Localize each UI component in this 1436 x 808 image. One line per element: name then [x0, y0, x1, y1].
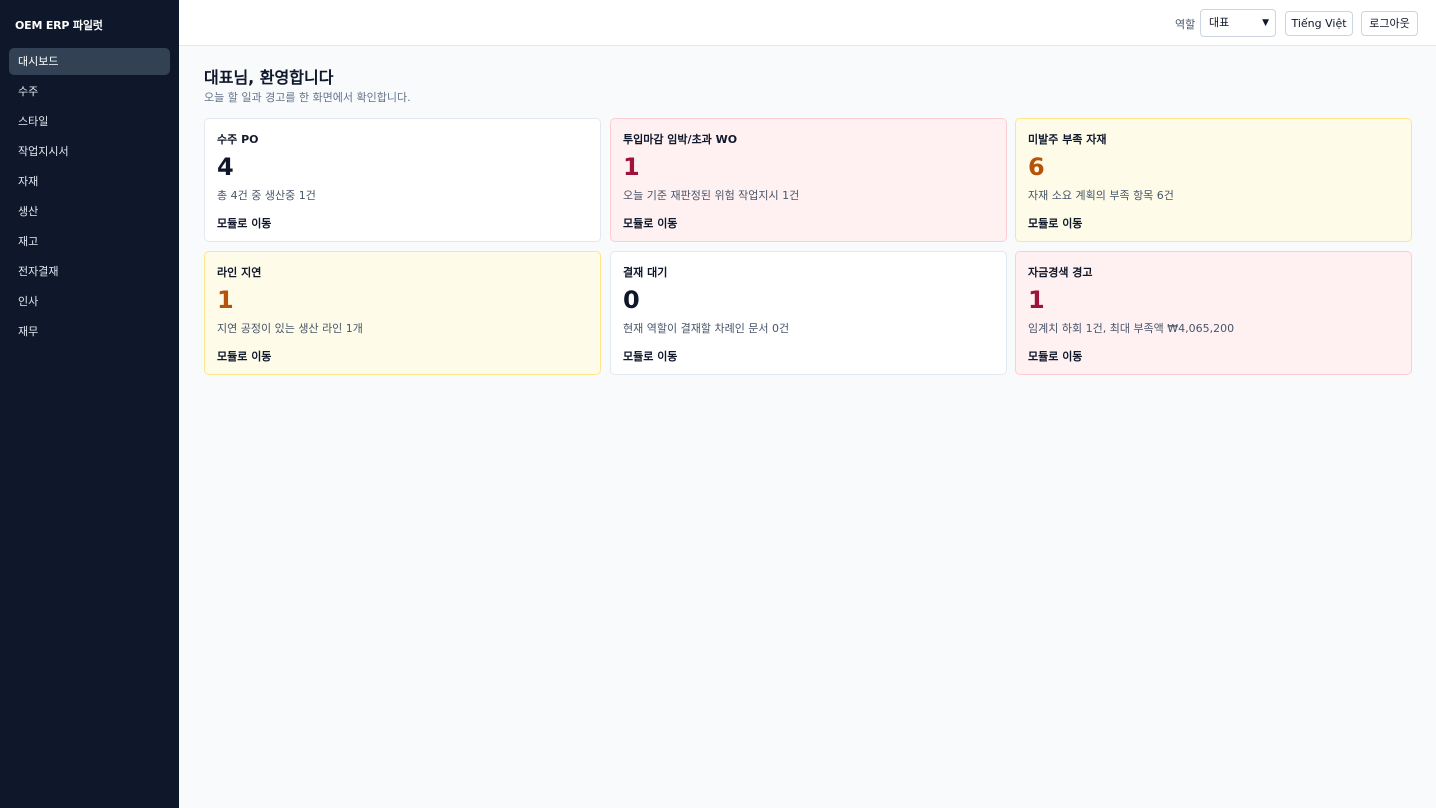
card-title: 결재 대기 [623, 266, 668, 279]
sidebar: OEM ERP 파일럿 대시보드 수주 스타일 작업지시서 자재 생산 재고 전… [0, 0, 179, 808]
sidebar-item-inventory[interactable]: 재고 [9, 228, 170, 255]
card-description: 지연 공정이 있는 생산 라인 1개 [217, 322, 363, 335]
card-title: 자금경색 경고 [1028, 266, 1093, 279]
card-cash-crunch: 자금경색 경고 1 임계치 하회 1건, 최대 부족액 ₩4,065,200 모… [1015, 251, 1412, 375]
card-material-shortage: 미발주 부족 자재 6 자재 소요 계획의 부족 항목 6건 모듈로 이동 [1015, 118, 1412, 242]
card-description: 총 4건 중 생산중 1건 [217, 189, 316, 202]
topbar: 역할 대표 ▼ Tiếng Việt 로그아웃 [179, 0, 1436, 46]
card-link[interactable]: 모듈로 이동 [623, 348, 994, 364]
card-wo-deadline: 투입마감 임박/초과 WO 1 오늘 기준 재판정된 위험 작업지시 1건 모듈… [610, 118, 1007, 242]
sidebar-item-orders[interactable]: 수주 [9, 78, 170, 105]
card-approval-pending: 결재 대기 0 현재 역할이 결재할 차례인 문서 0건 모듈로 이동 [610, 251, 1007, 375]
card-description: 현재 역할이 결재할 차례인 문서 0건 [623, 322, 790, 335]
card-value: 1 [623, 153, 640, 181]
card-value: 0 [623, 286, 640, 314]
main-content: 대표님, 환영합니다 오늘 할 일과 경고를 한 화면에서 확인합니다. 수주 … [204, 64, 1412, 375]
card-orders: 수주 PO 4 총 4건 중 생산중 1건 모듈로 이동 [204, 118, 601, 242]
sidebar-item-approval[interactable]: 전자결재 [9, 258, 170, 285]
card-description: 임계치 하회 1건, 최대 부족액 ₩4,065,200 [1028, 322, 1235, 335]
card-title: 투입마감 임박/초과 WO [623, 133, 738, 146]
sidebar-item-production[interactable]: 생산 [9, 198, 170, 225]
card-link[interactable]: 모듈로 이동 [623, 215, 994, 231]
card-value: 6 [1028, 153, 1045, 181]
app-title: OEM ERP 파일럿 [15, 19, 103, 32]
card-value: 1 [1028, 286, 1045, 314]
card-title: 수주 PO [217, 133, 259, 146]
page-title: 대표님, 환영합니다 [204, 68, 334, 87]
card-value: 4 [217, 153, 234, 181]
card-line-delay: 라인 지연 1 지연 공정이 있는 생산 라인 1개 모듈로 이동 [204, 251, 601, 375]
card-link[interactable]: 모듈로 이동 [1028, 348, 1399, 364]
sidebar-item-materials[interactable]: 자재 [9, 168, 170, 195]
sidebar-item-work-orders[interactable]: 작업지시서 [9, 138, 170, 165]
sidebar-item-dashboard[interactable]: 대시보드 [9, 48, 170, 75]
card-value: 1 [217, 286, 234, 314]
card-link[interactable]: 모듈로 이동 [217, 215, 588, 231]
language-button[interactable]: Tiếng Việt [1285, 11, 1353, 36]
page-subtitle: 오늘 할 일과 경고를 한 화면에서 확인합니다. [204, 91, 411, 104]
chevron-down-icon: ▼ [1262, 18, 1269, 28]
role-label: 역할 [1175, 18, 1196, 31]
logout-button[interactable]: 로그아웃 [1361, 11, 1418, 36]
card-link[interactable]: 모듈로 이동 [217, 348, 588, 364]
sidebar-item-finance[interactable]: 재무 [9, 318, 170, 345]
card-description: 자재 소요 계획의 부족 항목 6건 [1028, 189, 1174, 202]
card-link[interactable]: 모듈로 이동 [1028, 215, 1399, 231]
sidebar-item-styles[interactable]: 스타일 [9, 108, 170, 135]
card-title: 라인 지연 [217, 266, 262, 279]
sidebar-nav: 대시보드 수주 스타일 작업지시서 자재 생산 재고 전자결재 인사 재무 [9, 48, 170, 348]
sidebar-item-hr[interactable]: 인사 [9, 288, 170, 315]
card-title: 미발주 부족 자재 [1028, 133, 1107, 146]
role-select-value: 대표 [1209, 16, 1230, 29]
role-select[interactable]: 대표 ▼ [1200, 9, 1276, 37]
card-description: 오늘 기준 재판정된 위험 작업지시 1건 [623, 189, 800, 202]
